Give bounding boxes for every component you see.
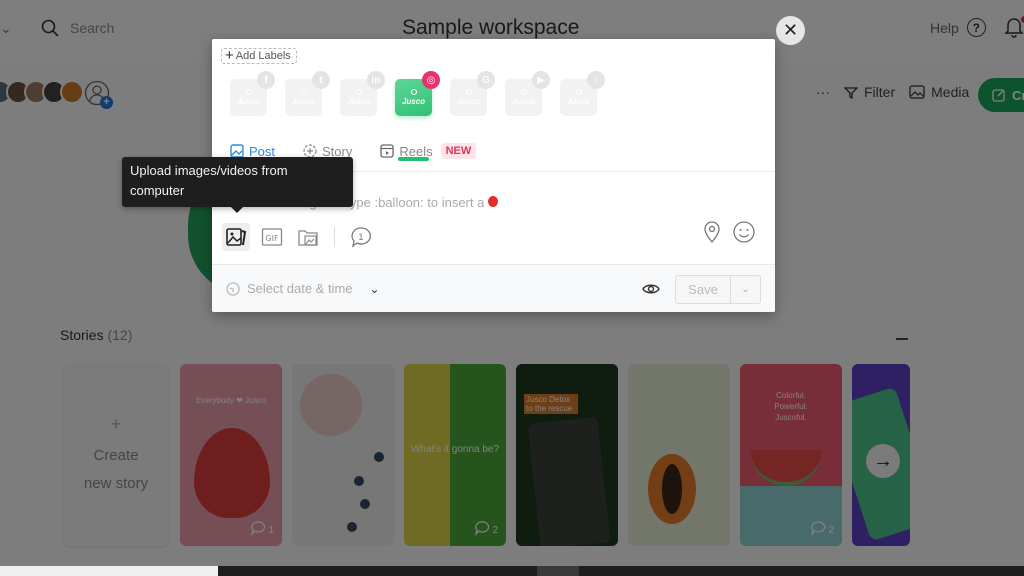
save-options-dropdown[interactable]: ⌄ xyxy=(731,276,760,303)
schedule-picker[interactable]: Select date & time ⌄ xyxy=(226,281,380,296)
taskbar-active-app[interactable] xyxy=(537,566,579,576)
upload-tooltip: Upload images/videos from computer xyxy=(122,157,353,213)
media-toolbar: GIF 1 xyxy=(222,223,375,251)
story-plus-icon xyxy=(303,144,317,158)
save-button[interactable]: Save xyxy=(676,276,731,303)
close-modal-button[interactable]: ✕ xyxy=(776,16,805,45)
save-button-group: Save ⌄ xyxy=(675,275,761,304)
twitter-icon: t xyxy=(312,71,330,89)
instagram-icon: ◎ xyxy=(422,71,440,89)
upload-image-icon xyxy=(226,228,247,246)
plus-icon: + xyxy=(225,47,234,64)
emoji-icon[interactable] xyxy=(732,220,756,244)
facebook-icon: f xyxy=(257,71,275,89)
gif-icon: GIF xyxy=(261,228,283,246)
upload-media-button[interactable] xyxy=(222,223,250,251)
toolbar-separator xyxy=(334,227,335,247)
chevron-down-icon[interactable]: ⌄ xyxy=(370,282,380,296)
tiktok-icon: ♪ xyxy=(587,71,605,89)
add-labels-label: Add Labels xyxy=(235,50,291,62)
gif-button[interactable]: GIF xyxy=(258,223,286,251)
svg-text:GIF: GIF xyxy=(265,234,279,243)
account-youtube[interactable]: Jusco ▶ xyxy=(505,71,550,116)
preview-eye-icon[interactable] xyxy=(642,281,660,297)
extras-toolbar xyxy=(700,220,756,244)
folder-image-icon xyxy=(298,230,318,246)
thread-button[interactable]: 1 xyxy=(347,223,375,251)
svg-text:1: 1 xyxy=(358,233,364,243)
media-library-button[interactable] xyxy=(294,223,322,251)
account-tiktok[interactable]: Jusco ♪ xyxy=(560,71,605,116)
taskbar-search-area[interactable] xyxy=(0,566,218,576)
account-selector: Jusco f Jusco t Jusco in Jusco ◎ Jusco G… xyxy=(230,71,605,161)
account-instagram[interactable]: Jusco ◎ xyxy=(395,71,440,161)
balloon-emoji-icon xyxy=(488,196,499,209)
modal-footer: Select date & time ⌄ Save ⌄ xyxy=(212,264,775,312)
schedule-placeholder: Select date & time xyxy=(247,281,353,296)
reels-icon xyxy=(380,144,395,158)
account-facebook[interactable]: Jusco f xyxy=(230,71,275,116)
add-labels-button[interactable]: + Add Labels xyxy=(221,48,297,64)
os-taskbar xyxy=(0,566,1024,576)
comment-count-icon: 1 xyxy=(351,227,371,248)
new-badge: NEW xyxy=(440,143,477,159)
image-icon xyxy=(230,144,244,158)
linkedin-icon: in xyxy=(367,71,385,89)
clock-icon xyxy=(226,281,240,296)
google-icon: G xyxy=(477,71,495,89)
account-google-business[interactable]: Jusco G xyxy=(450,71,495,116)
account-linkedin[interactable]: Jusco in xyxy=(340,71,385,116)
tab-reels[interactable]: Reels xyxy=(380,144,433,159)
account-twitter[interactable]: Jusco t xyxy=(285,71,330,116)
location-icon[interactable] xyxy=(700,220,724,244)
youtube-icon: ▶ xyxy=(532,71,550,89)
